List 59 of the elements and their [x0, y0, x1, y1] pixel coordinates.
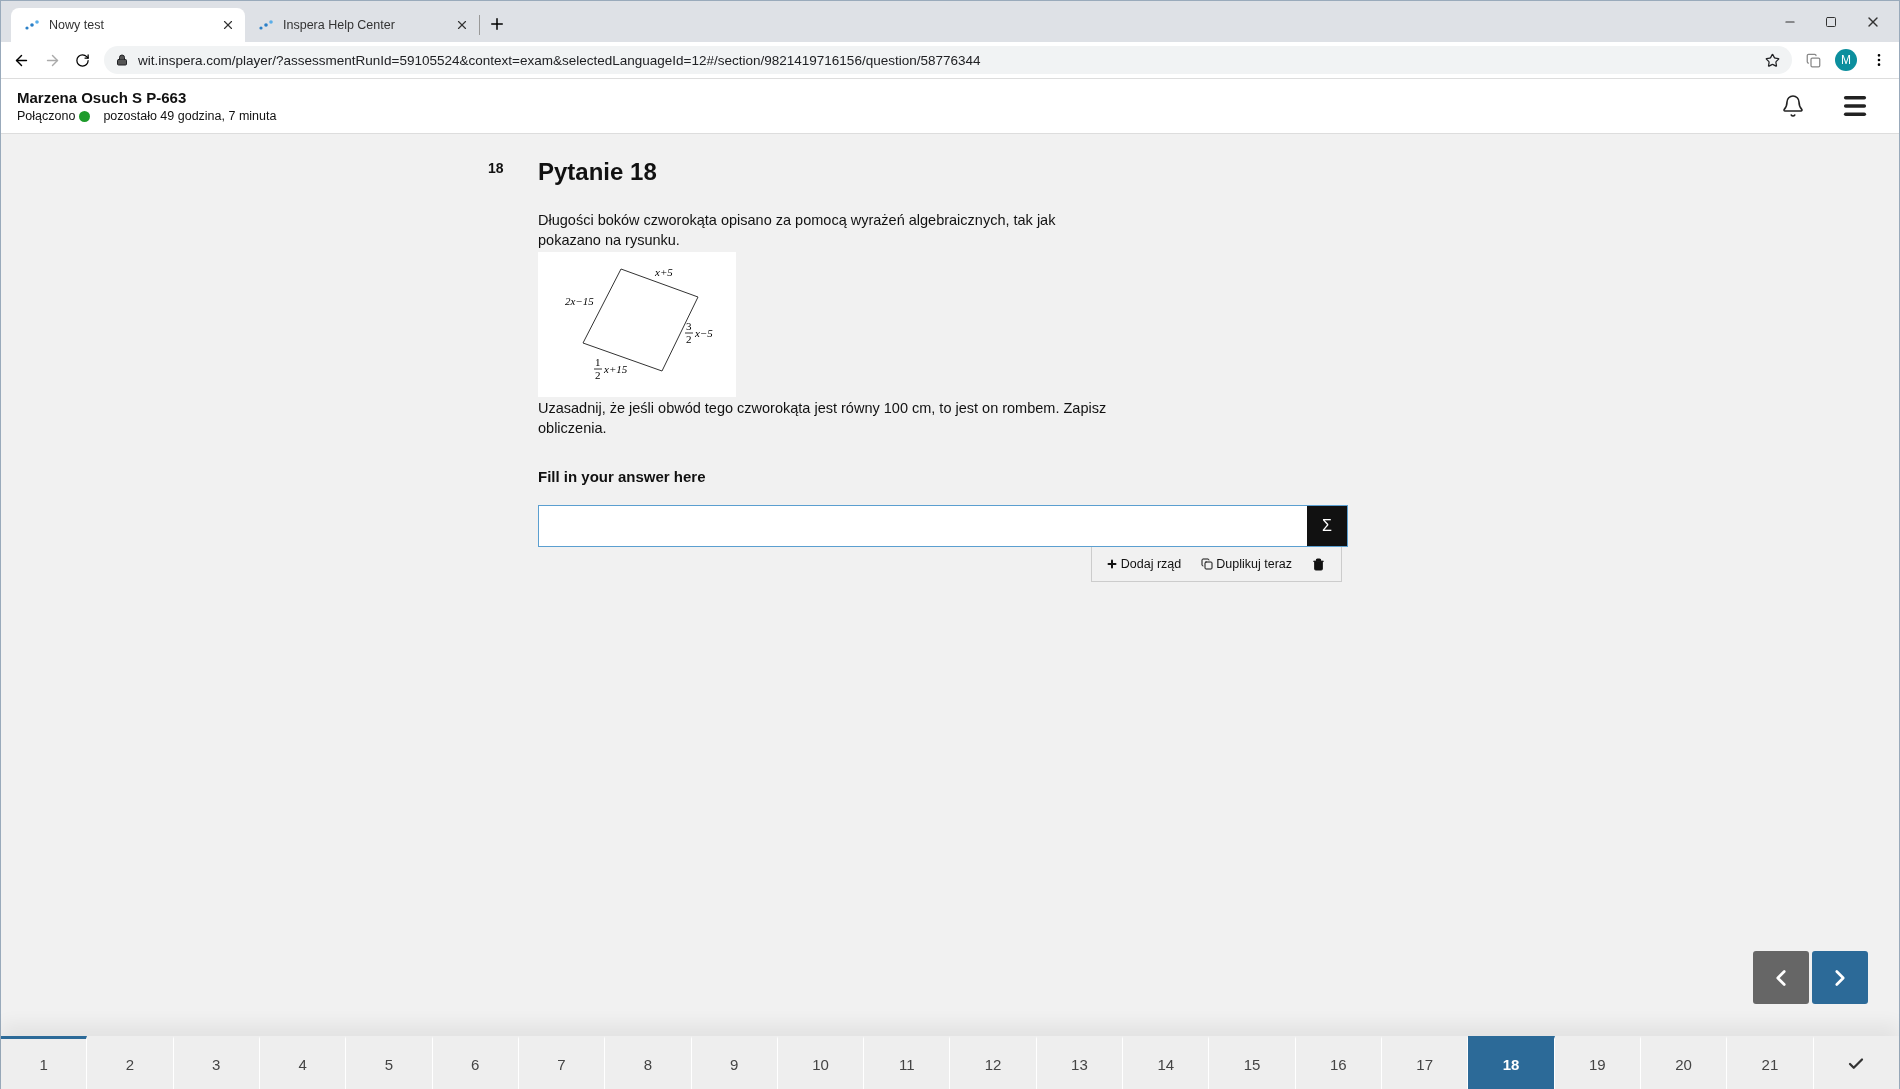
- question-tab[interactable]: 18: [1468, 1036, 1555, 1089]
- question-tab[interactable]: 21: [1727, 1036, 1814, 1089]
- extension-icon[interactable]: [1806, 52, 1821, 68]
- question-tab[interactable]: 20: [1640, 1036, 1728, 1089]
- bell-icon[interactable]: [1781, 94, 1805, 118]
- question-tab[interactable]: 14: [1123, 1036, 1210, 1089]
- question-number: 18: [488, 159, 505, 178]
- copy-icon: [1201, 558, 1214, 570]
- math-button[interactable]: Σ: [1307, 506, 1347, 546]
- question-tab[interactable]: 12: [950, 1036, 1037, 1089]
- question-tab[interactable]: 7: [518, 1036, 606, 1089]
- favicon-icon: [25, 20, 39, 30]
- question-tab[interactable]: 17: [1382, 1036, 1469, 1089]
- question-tab[interactable]: 9: [691, 1036, 778, 1089]
- question-text: Długości boków czworokąta opisano za pomocą wyrażeń algebraicznych, tak jak pokazano na rysunku.: [538, 211, 1057, 250]
- tab-title: Nowy test: [49, 18, 105, 32]
- browser-tab[interactable]: Inspera Help Center: [245, 8, 479, 42]
- question-tab[interactable]: 15: [1209, 1036, 1296, 1089]
- question-tab[interactable]: 2: [87, 1036, 174, 1089]
- question-tab[interactable]: 19: [1554, 1036, 1641, 1089]
- reload-icon[interactable]: [75, 52, 90, 68]
- next-button[interactable]: [1812, 951, 1868, 1004]
- previous-button[interactable]: [1753, 951, 1809, 1004]
- close-icon[interactable]: [221, 18, 235, 32]
- candidate-name: Marzena Osuch S P-663: [17, 89, 188, 106]
- question-tab[interactable]: 11: [864, 1036, 951, 1089]
- add-button[interactable]: Dodaj rząd: [1105, 557, 1182, 571]
- close-icon[interactable]: [455, 18, 469, 32]
- question-title: Pytanie 18: [538, 158, 658, 186]
- question-tab[interactable]: 3: [173, 1036, 260, 1089]
- time-left: pozostało 49 godzina, 7 minuta: [103, 109, 277, 123]
- duplicate-button[interactable]: Duplikuj teraz: [1201, 557, 1292, 571]
- url-text: wit.inspera.com/player/?assessmentRunId=59105524&context=exam&selectedLanguageId=12#/section/9821419716156/question/58776344: [138, 52, 982, 68]
- question-tab[interactable]: 6: [432, 1036, 519, 1089]
- tab-title: Inspera Help Center: [283, 18, 396, 32]
- side-label: 2x−15: [565, 295, 594, 307]
- question-tab[interactable]: 16: [1295, 1036, 1382, 1089]
- answer-label: Fill in your answer here: [538, 468, 707, 485]
- favicon-icon: [259, 20, 273, 30]
- question-tab[interactable]: 5: [346, 1036, 433, 1089]
- question-tab[interactable]: 13: [1036, 1036, 1124, 1089]
- star-icon[interactable]: [1765, 52, 1780, 68]
- plus-icon: [1105, 558, 1118, 570]
- new-tab-icon[interactable]: [488, 15, 506, 33]
- connection-status: Połączono: [17, 109, 76, 123]
- question-tab[interactable]: 4: [259, 1036, 347, 1089]
- address-bar[interactable]: wit.inspera.com/player/?assessmentRunId=59105524&context=exam&selectedLanguageId=12#/section/9821419716156/question/58776344: [104, 46, 1792, 74]
- answer-field[interactable]: Σ: [538, 505, 1348, 547]
- trash-icon: [1312, 557, 1325, 571]
- delete-button[interactable]: [1312, 557, 1325, 571]
- side-label: x+5: [655, 266, 673, 278]
- question-tab[interactable]: 10: [777, 1036, 865, 1089]
- maximize-icon[interactable]: [1825, 15, 1837, 28]
- profile-avatar[interactable]: M: [1835, 49, 1857, 71]
- task-text: Uzasadnij, że jeśli obwód tego czworokąta jest równy 100 cm, to jest on rombem. Zapisz obliczenia.: [538, 399, 1108, 438]
- lock-icon: [116, 54, 128, 66]
- question-tab[interactable]: 1: [1, 1036, 88, 1089]
- browser-tab[interactable]: Nowy test: [11, 8, 245, 42]
- question-tab[interactable]: 8: [605, 1036, 692, 1089]
